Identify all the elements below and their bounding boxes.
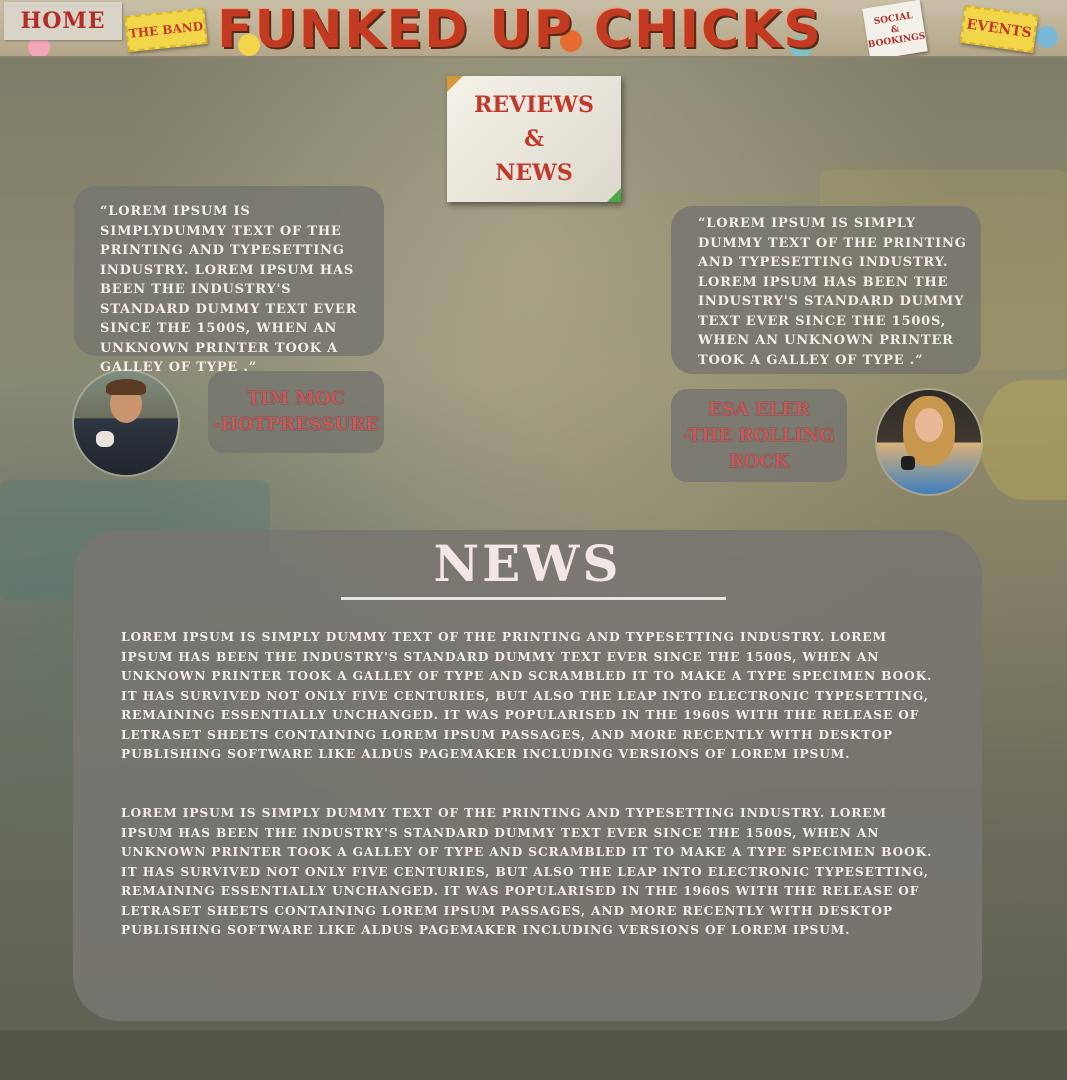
heading-line: NEWS [495,160,573,186]
hair [106,379,146,395]
flower-icon [1036,26,1058,48]
review-quote-2: “LOREM IPSUM IS SIMPLY DUMMY TEXT OF THE… [671,206,981,374]
cup-icon [96,431,114,447]
review-quote-1: “LOREM IPSUM IS SIMPLYDUMMY TEXT OF THE … [74,186,384,375]
face [915,408,943,442]
nav-social-bookings-link[interactable]: SOCIAL & BOOKINGS [862,0,928,56]
top-nav-bar: HOME THE BAND FUNKED UP CHICKS SOCIAL & … [0,0,1067,58]
heading-line: & [524,126,544,152]
author-name: ESA ELER [707,398,810,420]
heading-line: REVIEWS [474,92,594,118]
news-paragraph: LOREM IPSUM IS SIMPLY DUMMY TEXT OF THE … [121,806,933,937]
review-author-1: TIM MOC -HOTPRESSURE [208,371,384,453]
author-source: -THE ROLLING [683,424,835,446]
author-name: TIM MOC [247,388,345,409]
news-paragraph: LOREM IPSUM IS SIMPLY DUMMY TEXT OF THE … [121,630,933,761]
nav-events-link[interactable]: EVENTS [959,5,1039,53]
avatar [877,390,981,494]
nav-band-link[interactable]: THE BAND [124,7,208,53]
microphone-icon [901,456,915,470]
reviews-news-heading-card: REVIEWS & NEWS [447,76,621,202]
news-title: NEWS [433,534,622,593]
author-source: ROCK [728,450,790,472]
tape-corner [447,76,463,92]
divider [341,597,726,600]
site-title: FUNKED UP CHICKS [217,0,823,58]
news-panel: NEWS LOREM IPSUM IS SIMPLY DUMMY TEXT OF… [73,530,982,1021]
author-source: -HOTPRESSURE [213,414,379,435]
nav-home-link[interactable]: HOME [4,2,122,40]
tape-corner [607,188,621,202]
review-author-2: ESA ELER -THE ROLLING ROCK [671,389,847,482]
avatar [74,371,178,475]
